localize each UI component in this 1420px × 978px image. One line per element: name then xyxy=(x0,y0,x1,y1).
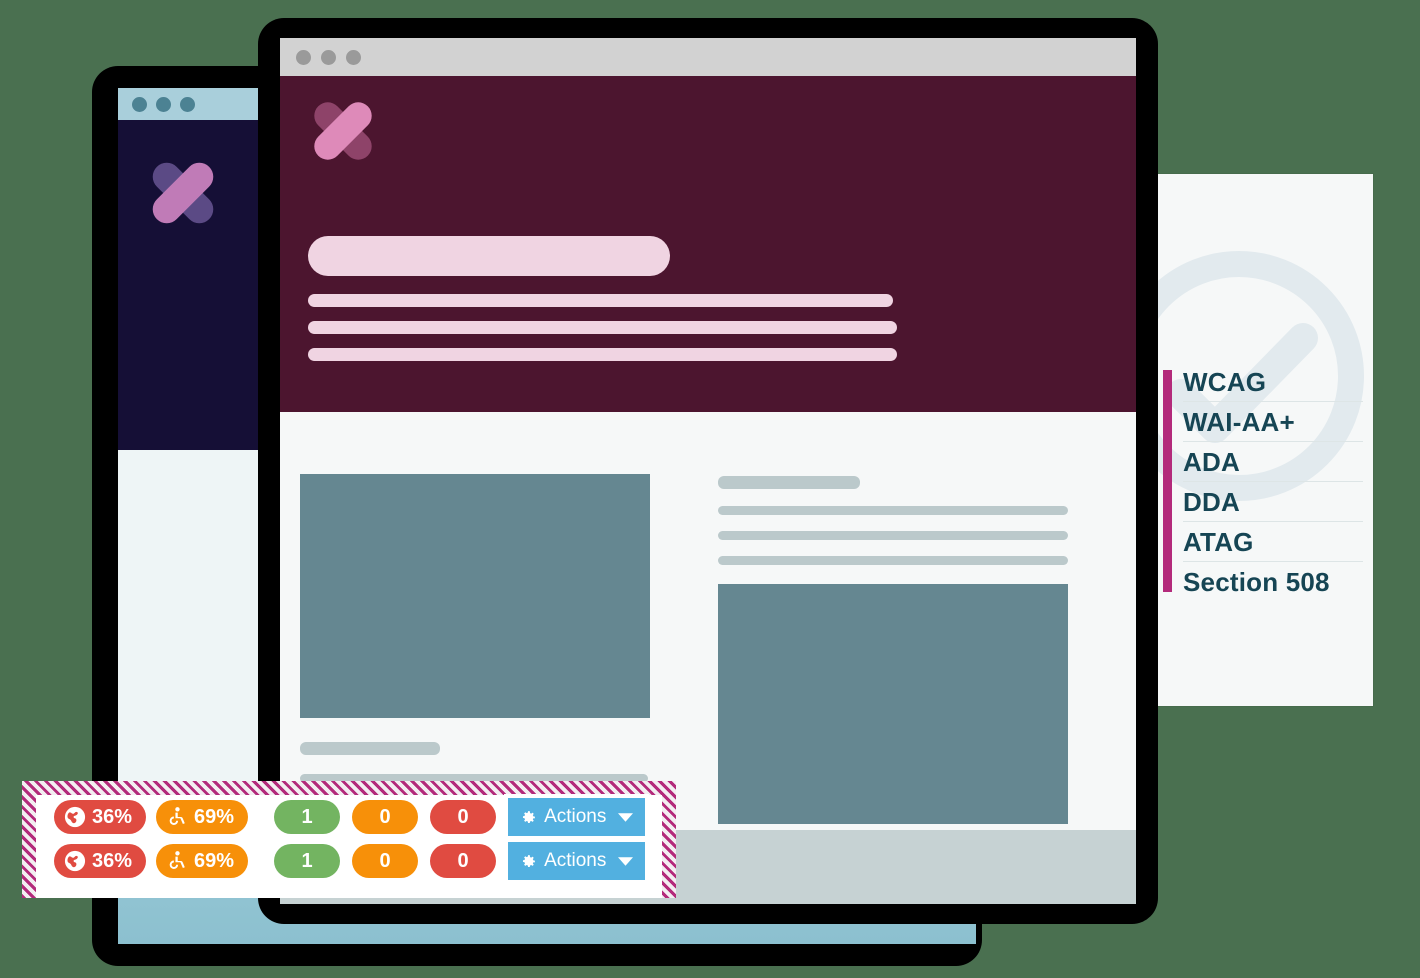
gear-icon xyxy=(520,853,537,870)
secondary-image-placeholder xyxy=(718,584,1068,824)
global-score-badge: 36% xyxy=(54,800,147,834)
standards-list-item: ATAG xyxy=(1163,522,1363,562)
global-score-value: 36% xyxy=(92,849,133,872)
chevron-down-icon xyxy=(618,812,634,822)
standards-item-label: WCAG xyxy=(1183,366,1267,397)
illustration-canvas: WCAG WAI-AA+ ADA DDA ATAG Section 508 36… xyxy=(0,0,1420,978)
warning-count-badge: 0 xyxy=(352,844,419,878)
foreground-window-titlebar xyxy=(280,38,1136,76)
standards-item-label: Section 508 xyxy=(1183,566,1330,597)
content-text-placeholder-line xyxy=(718,506,1068,515)
actions-button[interactable]: Actions xyxy=(508,798,646,836)
close-button-dot[interactable] xyxy=(132,96,147,112)
standards-list-item: ADA xyxy=(1163,442,1363,482)
close-button-dot[interactable] xyxy=(296,49,311,65)
foreground-window-viewport xyxy=(280,38,1136,904)
accessibility-score-value: 69% xyxy=(194,805,235,828)
globe-icon xyxy=(64,806,86,828)
actions-button-label: Actions xyxy=(544,850,607,871)
content-text-placeholder-line xyxy=(300,742,440,755)
accessibility-standards-card: WCAG WAI-AA+ ADA DDA ATAG Section 508 xyxy=(1137,174,1373,706)
hero-text-placeholder-line xyxy=(308,294,893,307)
standards-item-label: DDA xyxy=(1183,486,1240,517)
accessibility-score-badge: 69% xyxy=(156,800,249,834)
table-row: 36% 69% 1 0 0 Actions xyxy=(36,795,662,839)
pass-count-badge: 1 xyxy=(274,800,341,834)
standards-item-label: ADA xyxy=(1183,446,1240,477)
accessibility-score-badge: 69% xyxy=(156,844,249,878)
table-row: 36% 69% 1 0 0 Actions xyxy=(36,839,662,883)
standards-list-item: DDA xyxy=(1163,482,1363,522)
globe-icon xyxy=(64,850,86,872)
accessibility-score-value: 69% xyxy=(194,849,235,872)
error-count-badge: 0 xyxy=(430,800,497,834)
wheelchair-icon xyxy=(166,850,188,872)
maximize-button-dot[interactable] xyxy=(346,49,361,65)
standards-list: WCAG WAI-AA+ ADA DDA ATAG Section 508 xyxy=(1163,362,1363,602)
minimize-button-dot[interactable] xyxy=(321,49,336,65)
error-count-badge: 0 xyxy=(430,844,497,878)
actions-button[interactable]: Actions xyxy=(508,842,646,880)
content-text-placeholder-line xyxy=(718,476,860,489)
global-score-badge: 36% xyxy=(54,844,147,878)
wheelchair-icon xyxy=(166,806,188,828)
content-area xyxy=(280,412,1136,833)
x-logo-icon xyxy=(308,96,378,166)
standards-item-label: WAI-AA+ xyxy=(1183,406,1295,437)
standards-item-label: ATAG xyxy=(1183,526,1254,557)
content-text-placeholder-line xyxy=(718,556,1068,565)
standards-list-item: WCAG xyxy=(1163,362,1363,402)
accessibility-scores-table: 36% 69% 1 0 0 Actions 36% 69% 1 0 0 Acti… xyxy=(36,795,662,898)
hero-text-placeholder-line xyxy=(308,321,897,334)
maximize-button-dot[interactable] xyxy=(180,96,195,112)
gear-icon xyxy=(520,809,537,826)
hero-title-placeholder xyxy=(308,236,670,276)
global-score-value: 36% xyxy=(92,805,133,828)
standards-list-item: WAI-AA+ xyxy=(1163,402,1363,442)
x-logo-icon xyxy=(146,156,220,230)
hero-banner xyxy=(280,76,1136,412)
pass-count-badge: 1 xyxy=(274,844,341,878)
accessibility-scores-panel: 36% 69% 1 0 0 Actions 36% 69% 1 0 0 Acti… xyxy=(22,781,676,898)
warning-count-badge: 0 xyxy=(352,800,419,834)
hero-text-placeholder-line xyxy=(308,348,897,361)
hero-image-placeholder xyxy=(300,474,650,718)
minimize-button-dot[interactable] xyxy=(156,96,171,112)
content-text-placeholder-line xyxy=(718,531,1068,540)
standards-list-item: Section 508 xyxy=(1163,562,1363,602)
actions-button-label: Actions xyxy=(544,806,607,827)
chevron-down-icon xyxy=(618,856,634,866)
